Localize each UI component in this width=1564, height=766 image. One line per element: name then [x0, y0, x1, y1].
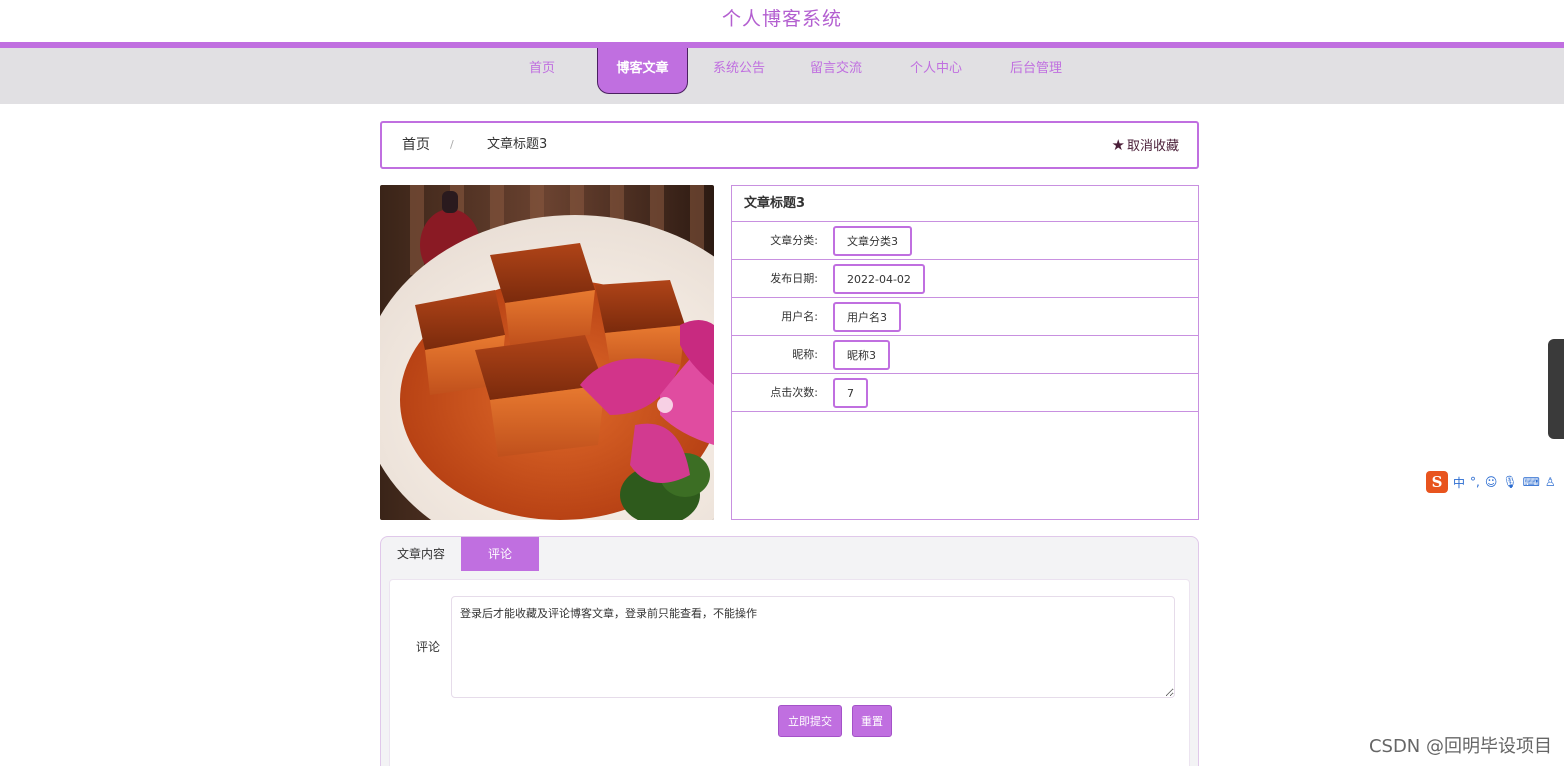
- reset-button[interactable]: 重置: [852, 705, 892, 737]
- info-row-username: 用户名: 用户名3: [732, 298, 1198, 336]
- breadcrumb-separator: /: [450, 138, 454, 151]
- tab-article-content[interactable]: 文章内容: [381, 537, 461, 571]
- nav-item-announcements[interactable]: 系统公告: [705, 48, 773, 92]
- breadcrumb-current: 文章标题3: [487, 137, 548, 152]
- side-scroll-handle[interactable]: [1548, 339, 1564, 439]
- main-nav: 首页 博客文章 系统公告 留言交流 个人中心 后台管理: [0, 48, 1564, 104]
- comment-panel: 评论 登录后才能收藏及评论博客文章，登录前只能查看，不能操作 立即提交 重置: [389, 579, 1190, 766]
- ime-emoji-icon[interactable]: ☺: [1485, 475, 1498, 489]
- ime-punctuation-icon[interactable]: °,: [1470, 475, 1480, 489]
- info-label: 点击次数:: [770, 386, 818, 399]
- ime-user-icon[interactable]: ♙: [1545, 475, 1556, 489]
- nav-item-admin[interactable]: 后台管理: [1002, 48, 1070, 92]
- info-row-click-count: 点击次数: 7: [732, 374, 1198, 412]
- ime-voice-icon[interactable]: 🎙: [1502, 475, 1517, 489]
- nav-item-blog-articles[interactable]: 博客文章: [597, 48, 688, 94]
- sogou-logo-icon[interactable]: S: [1426, 471, 1448, 493]
- info-row-category: 文章分类: 文章分类3: [732, 222, 1198, 260]
- braised-pork-photo: [380, 185, 714, 520]
- article-info-table: 文章标题3 文章分类: 文章分类3 发布日期: 2022-04-02 用户名: …: [731, 185, 1199, 520]
- info-row-nickname: 昵称: 昵称3: [732, 336, 1198, 374]
- unfavorite-label: 取消收藏: [1126, 139, 1179, 154]
- csdn-watermark: CSDN @回明毕设项目: [1368, 736, 1552, 757]
- nav-item-personal-center[interactable]: 个人中心: [902, 48, 970, 92]
- site-title: 个人博客系统: [721, 8, 842, 30]
- info-value: 2022-04-02: [833, 264, 925, 294]
- nav-item-messages[interactable]: 留言交流: [802, 48, 870, 92]
- ime-keyboard-icon[interactable]: ⌨: [1523, 475, 1540, 489]
- ime-chinese-mode-icon[interactable]: 中: [1453, 474, 1465, 491]
- info-value: 昵称3: [833, 340, 890, 370]
- info-row-publish-date: 发布日期: 2022-04-02: [732, 260, 1198, 298]
- info-label: 发布日期:: [770, 272, 818, 285]
- comment-textarea[interactable]: 登录后才能收藏及评论博客文章，登录前只能查看，不能操作: [451, 596, 1175, 698]
- star-icon: ★: [1111, 136, 1125, 154]
- info-label: 昵称:: [792, 348, 818, 361]
- ime-toolbar: S 中 °, ☺ 🎙 ⌨ ♙: [1426, 470, 1556, 494]
- breadcrumb-home-link[interactable]: 首页: [402, 123, 430, 167]
- info-value: 文章分类3: [833, 226, 912, 256]
- info-value: 用户名3: [833, 302, 901, 332]
- article-cover-image: [380, 185, 714, 520]
- nav-item-home[interactable]: 首页: [511, 48, 573, 92]
- info-label: 用户名:: [781, 310, 818, 323]
- tab-comment[interactable]: 评论: [461, 537, 539, 571]
- unfavorite-button[interactable]: ★ 取消收藏: [1112, 123, 1179, 169]
- info-value: 7: [833, 378, 868, 408]
- submit-button[interactable]: 立即提交: [778, 705, 842, 737]
- article-title: 文章标题3: [732, 186, 1198, 222]
- info-label: 文章分类:: [770, 234, 818, 247]
- comment-field-label: 评论: [416, 640, 441, 654]
- breadcrumb: 首页 / 文章标题3 ★ 取消收藏: [380, 121, 1199, 169]
- article-tabs: 文章内容 评论 评论 登录后才能收藏及评论博客文章，登录前只能查看，不能操作 立…: [380, 536, 1199, 766]
